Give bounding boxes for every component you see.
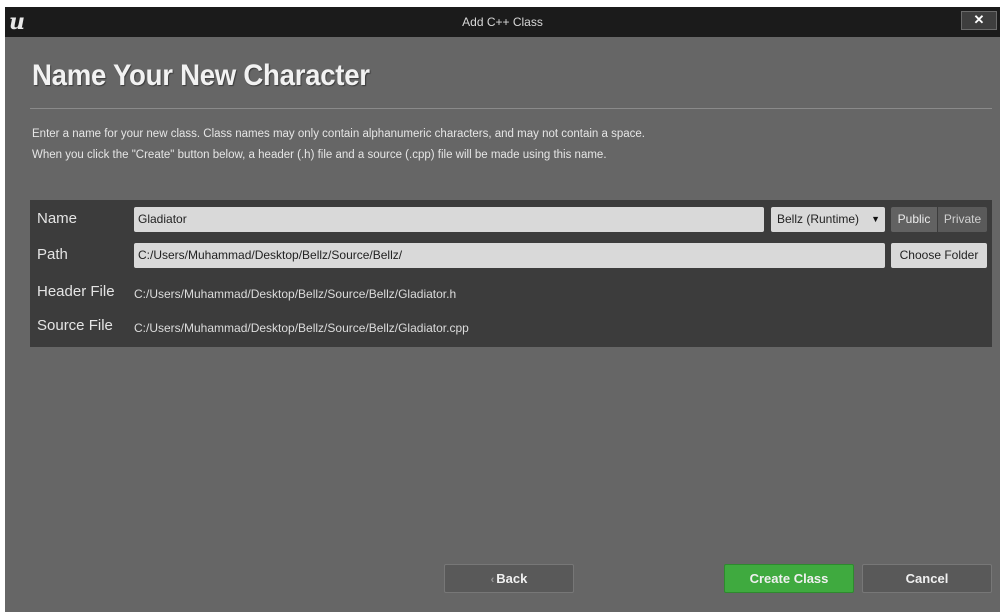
path-label: Path: [37, 246, 68, 263]
public-toggle[interactable]: Public: [891, 207, 937, 232]
cancel-button[interactable]: Cancel: [862, 564, 992, 593]
choose-folder-button[interactable]: Choose Folder: [891, 243, 987, 268]
header-file-label: Header File: [37, 283, 115, 300]
close-button[interactable]: ✕: [961, 11, 997, 30]
title-bar[interactable]: u Add C++ Class ✕: [5, 7, 1000, 37]
class-name-input[interactable]: Gladiator: [134, 207, 764, 232]
close-icon: ✕: [973, 12, 985, 27]
description-line-1: Enter a name for your new class. Class n…: [32, 128, 645, 140]
page-title: Name Your New Character: [32, 59, 370, 92]
chevron-left-icon: ‹: [490, 574, 495, 586]
back-button-label: Back: [496, 571, 528, 586]
name-label: Name: [37, 210, 78, 227]
private-toggle[interactable]: Private: [938, 207, 987, 232]
class-details-panel: Name Gladiator Bellz (Runtime) ▼ Public …: [30, 200, 992, 347]
add-class-dialog: u Add C++ Class ✕ Name Your New Characte…: [5, 7, 1000, 612]
description-line-2: When you click the "Create" button below…: [32, 149, 607, 161]
source-file-path: C:/Users/Muhammad/Desktop/Bellz/Source/B…: [134, 321, 469, 335]
back-button[interactable]: ‹ Back: [444, 564, 574, 593]
create-class-button[interactable]: Create Class: [724, 564, 854, 593]
module-dropdown-value: Bellz (Runtime): [777, 212, 860, 226]
heading-divider: [30, 108, 992, 109]
path-input[interactable]: C:/Users/Muhammad/Desktop/Bellz/Source/B…: [134, 243, 885, 268]
header-file-path: C:/Users/Muhammad/Desktop/Bellz/Source/B…: [134, 287, 457, 301]
window-title: Add C++ Class: [462, 15, 543, 29]
source-file-label: Source File: [37, 317, 113, 334]
caret-down-icon: ▼: [871, 214, 880, 224]
module-dropdown[interactable]: Bellz (Runtime) ▼: [771, 207, 885, 232]
